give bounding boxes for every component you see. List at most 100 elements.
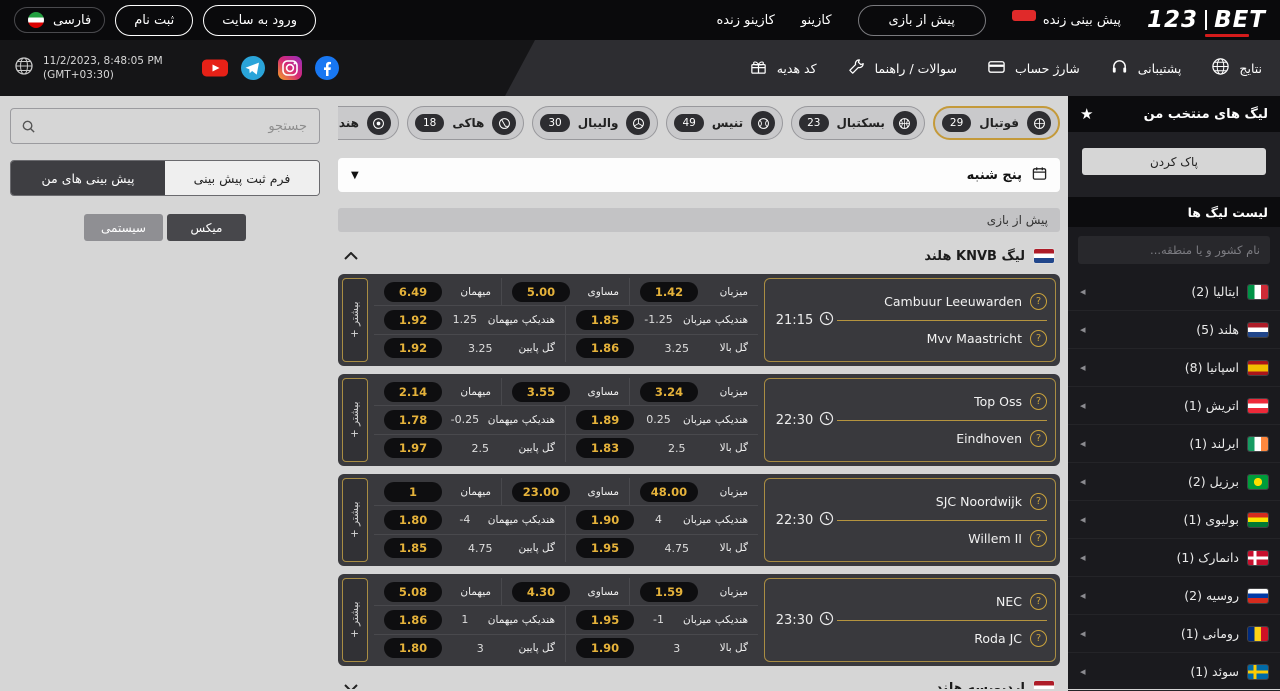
odd-handicap-guest[interactable]: هندیکپ میهمان-0.251.78 [374,406,566,433]
nav-live-casino[interactable]: کازینو زنده [716,13,774,28]
odd-guest[interactable]: میهمان5.08 [374,578,502,605]
odd-handicap-host[interactable]: هندیکپ میزبان-1.251.85 [566,306,758,333]
odd-draw[interactable]: مساوی4.30 [502,578,630,605]
leagues-sidebar: لیگ های منتخب من ★ پاک کردن لیست لیگ ها … [1068,96,1280,689]
help-icon[interactable]: ? [1030,530,1047,547]
odd-handicap-host[interactable]: هندیکپ میزبان-11.95 [566,606,758,633]
match-info[interactable]: ? SJC Noordwijk ? Willem II 22:30 [764,478,1056,562]
odd-under[interactable]: گل پایین4.751.85 [374,535,566,562]
system-button[interactable]: سیستمی [84,214,163,241]
odd-over[interactable]: گل بالا31.90 [566,635,758,662]
away-team-name: Mvv Maastricht [927,331,1022,346]
clear-leagues-button[interactable]: پاک کردن [1082,148,1266,175]
odd-under[interactable]: گل پایین2.51.97 [374,435,566,462]
odd-handicap-host[interactable]: هندیکپ میزبان0.251.89 [566,406,758,433]
faq-link[interactable]: سوالات / راهنما [847,57,957,79]
help-icon[interactable]: ? [1030,393,1047,410]
site-logo[interactable]: 123 BET [1147,7,1266,33]
odd-guest[interactable]: میهمان6.49 [374,278,502,305]
odd-value: 6.49 [384,282,442,302]
odd-under[interactable]: گل پایین3.251.92 [374,335,566,362]
nav-live-betting-label: پیش بینی زنده [1043,13,1121,28]
star-icon[interactable]: ★ [1080,105,1093,123]
tab-bet-form[interactable]: فرم ثبت پیش بینی [165,161,319,195]
league-row-italy[interactable]: ایتالیا (2)◂ [1068,273,1280,311]
odds-grid: میزبان3.24 مساوی3.55 میهمان2.14 هندیکپ م… [374,378,758,462]
odd-over[interactable]: گل بالا4.751.95 [566,535,758,562]
league-search-input[interactable] [1078,236,1270,264]
more-bets-button[interactable]: بیشتر + [342,378,368,462]
league-row-austria[interactable]: اتریش (1)◂ [1068,387,1280,425]
league-row-russia[interactable]: روسیه (2)◂ [1068,577,1280,615]
match-info[interactable]: ? Top Oss ? Eindhoven 22:30 [764,378,1056,462]
login-button[interactable]: ورود به سایت [203,5,316,36]
odd-host[interactable]: میزبان1.59 [630,578,758,605]
odd-host[interactable]: میزبان3.24 [630,378,758,405]
gift-code-link[interactable]: کد هدیه [749,57,817,79]
help-icon[interactable]: ? [1030,493,1047,510]
tab-handball[interactable]: هندبال 30 [338,106,399,140]
odd-handicap-host[interactable]: هندیکپ میزبان41.90 [566,506,758,533]
league-group-header-knvb[interactable]: لیگ KNVB هلند [338,242,1060,270]
odd-over[interactable]: گل بالا3.251.86 [566,335,758,362]
youtube-icon[interactable] [201,55,229,81]
tab-hockey[interactable]: هاکی 18 [407,106,524,140]
support-link[interactable]: پشتیبانی [1110,57,1182,79]
odd-value: 5.00 [512,282,570,302]
league-row-netherlands[interactable]: هلند (5)◂ [1068,311,1280,349]
tab-football[interactable]: فوتبال 29 [933,106,1060,140]
odd-over[interactable]: گل بالا2.51.83 [566,435,758,462]
league-row-denmark[interactable]: دانمارک (1)◂ [1068,539,1280,577]
tab-basketball[interactable]: بسکتبال 23 [791,106,925,140]
my-leagues-header: لیگ های منتخب من ★ [1068,96,1280,132]
odd-draw[interactable]: مساوی3.55 [502,378,630,405]
tab-tennis[interactable]: تنیس 49 [666,106,783,140]
odd-under[interactable]: گل پایین31.80 [374,635,566,662]
results-link[interactable]: نتایج [1211,57,1262,79]
mix-button[interactable]: میکس [167,214,246,241]
help-icon[interactable]: ? [1030,430,1047,447]
nav-prematch[interactable]: پیش از بازی [858,5,986,36]
league-row-ireland[interactable]: ایرلند (1)◂ [1068,425,1280,463]
odd-handicap-guest[interactable]: هندیکپ میهمان11.86 [374,606,566,633]
telegram-icon[interactable] [240,55,266,81]
league-row-bolivia[interactable]: بولیوی (1)◂ [1068,501,1280,539]
odd-guest[interactable]: میهمان2.14 [374,378,502,405]
signup-button[interactable]: ثبت نام [115,5,193,36]
league-row-spain[interactable]: اسپانیا (8)◂ [1068,349,1280,387]
league-name: دانمارک (1) [1177,550,1239,565]
more-bets-button[interactable]: بیشتر + [342,578,368,662]
deposit-link[interactable]: شارژ حساب [987,57,1080,79]
match-info[interactable]: ? Cambuur Leeuwarden ? Mvv Maastricht 21… [764,278,1056,362]
tab-my-bets[interactable]: پیش بینی های من [11,161,165,195]
instagram-icon[interactable] [277,55,303,81]
odd-draw[interactable]: مساوی5.00 [502,278,630,305]
more-bets-button[interactable]: بیشتر + [342,478,368,562]
help-icon[interactable]: ? [1030,630,1047,647]
language-label: فارسی [53,13,91,28]
league-row-romania[interactable]: رومانی (1)◂ [1068,615,1280,653]
odd-guest[interactable]: میهمان1 [374,478,502,505]
more-bets-button[interactable]: بیشتر + [342,278,368,362]
tab-volleyball[interactable]: والیبال 30 [532,106,658,140]
help-icon[interactable]: ? [1030,293,1047,310]
odd-handicap-guest[interactable]: هندیکپ میهمان-41.80 [374,506,566,533]
odd-handicap-guest[interactable]: هندیکپ میهمان1.251.92 [374,306,566,333]
odd-host[interactable]: میزبان48.00 [630,478,758,505]
help-icon[interactable]: ? [1030,593,1047,610]
away-team-row: ? Eindhoven [837,421,1047,458]
deposit-label: شارژ حساب [1015,61,1080,76]
nav-live-betting[interactable]: پیش بینی زنده [1012,13,1121,28]
language-selector[interactable]: فارسی [14,7,105,33]
help-icon[interactable]: ? [1030,330,1047,347]
league-row-sweden[interactable]: سوئد (1)◂ [1068,653,1280,691]
league-row-brazil[interactable]: برزیل (2)◂ [1068,463,1280,501]
nav-casino[interactable]: کازینو [801,13,832,28]
facebook-icon[interactable] [314,55,340,81]
odd-draw[interactable]: مساوی23.00 [502,478,630,505]
match-info[interactable]: ? NEC ? Roda JC 23:30 [764,578,1056,662]
odd-host[interactable]: میزبان1.42 [630,278,758,305]
search-input[interactable] [36,119,319,134]
day-selector[interactable]: پنج شنبه ▼ [338,158,1060,192]
league-group-header-eredivisie[interactable]: اردیویسه هلند [338,674,1060,689]
